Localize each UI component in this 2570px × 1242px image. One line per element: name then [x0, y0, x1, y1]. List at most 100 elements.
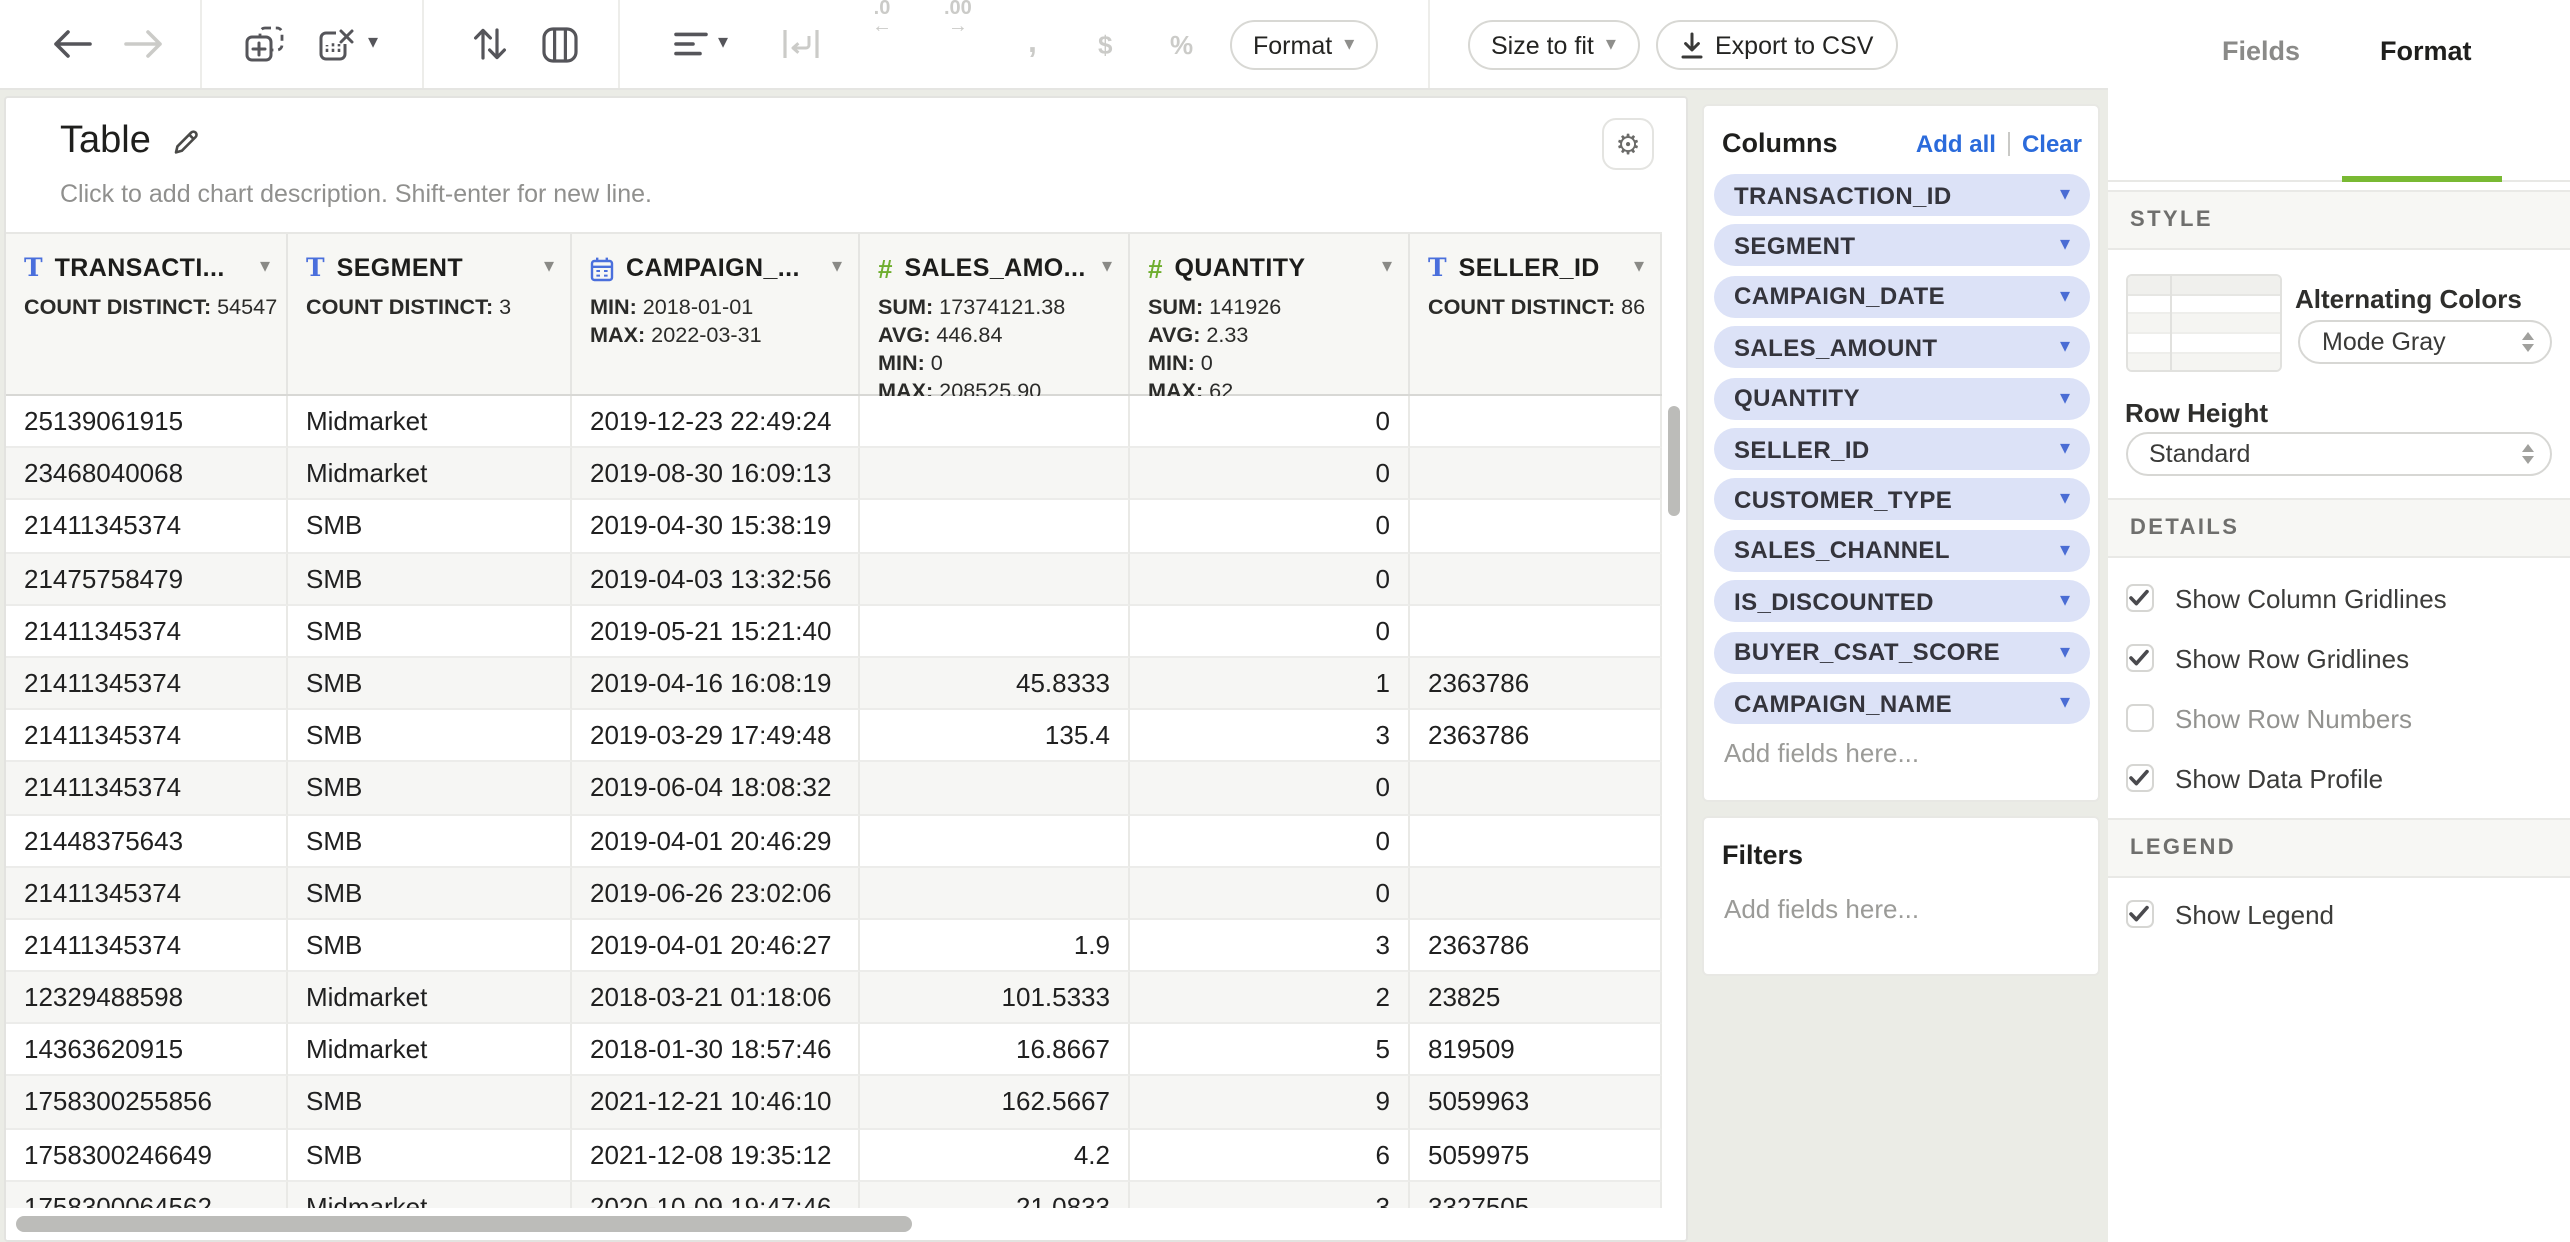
checkbox-show-column-gridlines[interactable]: Show Column Gridlines: [2125, 584, 2447, 612]
chevron-down-icon[interactable]: ▾: [2060, 641, 2070, 663]
arrow-right-icon: →: [948, 18, 968, 36]
table-style-thumbnail[interactable]: [2125, 273, 2281, 371]
field-pill-sales-channel[interactable]: SALES_CHANNEL▾: [1714, 530, 2090, 572]
field-pill-segment[interactable]: SEGMENT▾: [1714, 225, 2090, 267]
checkbox-show-row-gridlines[interactable]: Show Row Gridlines: [2125, 644, 2409, 672]
size-to-fit-dropdown[interactable]: Size to fit ▾: [1467, 20, 1640, 70]
text-type-icon: T: [1428, 256, 1447, 281]
table-cell: 21411345374: [6, 920, 288, 972]
link-divider: [2008, 132, 2010, 156]
chevron-down-icon[interactable]: ▾: [718, 34, 728, 54]
table-cell: 2019-06-26 23:02:06: [572, 867, 860, 919]
chart-description-placeholder[interactable]: Click to add chart description. Shift-en…: [60, 180, 652, 208]
delete-chart-button[interactable]: ▾: [316, 0, 378, 88]
chart-title[interactable]: Table: [60, 120, 151, 164]
gear-icon: ⚙: [1615, 127, 1640, 161]
column-stats: COUNT DISTINCT: 3: [306, 294, 554, 322]
table-cell: 21411345374: [6, 710, 288, 762]
chevron-down-icon[interactable]: ▾: [2060, 438, 2070, 460]
column-stat: MIN: 2018-01-01: [590, 294, 842, 322]
export-csv-button[interactable]: Export to CSV: [1655, 20, 1897, 70]
column-header-campaign[interactable]: CAMPAIGN_...▾MIN: 2018-01-01MAX: 2022-03…: [572, 234, 860, 394]
table-cell: SMB: [288, 658, 572, 710]
horizontal-scrollbar[interactable]: [16, 1215, 912, 1231]
add-all-link[interactable]: Add all: [1916, 130, 1996, 158]
field-pill-campaign-name[interactable]: CAMPAIGN_NAME▾: [1714, 682, 2090, 724]
table-cell: 23468040068: [6, 448, 288, 500]
sort-caret-icon[interactable]: ▾: [544, 256, 554, 278]
table-cell: 3: [1130, 920, 1410, 972]
sort-caret-icon[interactable]: ▾: [832, 256, 842, 278]
column-stat: AVG: 2.33: [1148, 322, 1392, 350]
chevron-down-icon[interactable]: ▾: [2060, 235, 2070, 257]
chevron-down-icon[interactable]: ▾: [2060, 336, 2070, 358]
field-pill-buyer-csat-score[interactable]: BUYER_CSAT_SCORE▾: [1714, 631, 2090, 673]
chevron-down-icon[interactable]: ▾: [2060, 692, 2070, 714]
chevron-down-icon[interactable]: ▾: [2060, 489, 2070, 511]
chevron-down-icon[interactable]: ▾: [2060, 184, 2070, 206]
table-cell: 2019-08-30 16:09:13: [572, 448, 860, 500]
manage-columns-button[interactable]: [540, 0, 580, 88]
checkbox-show-data-profile[interactable]: Show Data Profile: [2125, 764, 2383, 792]
columns-add-fields-placeholder[interactable]: Add fields here...: [1724, 738, 1919, 768]
chart-settings-button[interactable]: ⚙: [1602, 118, 1654, 170]
format-dropdown-button[interactable]: Format ▾: [1229, 20, 1378, 70]
checkbox-show-legend[interactable]: Show Legend: [2125, 900, 2334, 928]
table-cell: [860, 448, 1130, 500]
column-stat: SUM: 17374121.38: [878, 294, 1112, 322]
edit-pencil-icon[interactable]: [171, 126, 203, 158]
field-pill-transaction-id[interactable]: TRANSACTION_ID▾: [1714, 174, 2090, 216]
sort-caret-icon[interactable]: ▾: [1634, 256, 1644, 278]
clear-link[interactable]: Clear: [2022, 130, 2082, 158]
sort-button[interactable]: [470, 0, 510, 88]
table-cell: Midmarket: [288, 396, 572, 448]
column-header-sales-amo[interactable]: #SALES_AMO...▾SUM: 17374121.38AVG: 446.8…: [860, 234, 1130, 394]
field-pill-seller-id[interactable]: SELLER_ID▾: [1714, 428, 2090, 470]
column-header-quantity[interactable]: #QUANTITY▾SUM: 141926AVG: 2.33MIN: 0MAX:…: [1130, 234, 1410, 394]
tab-fields[interactable]: Fields: [2222, 16, 2300, 88]
checkbox-show-row-numbers[interactable]: Show Row Numbers: [2125, 704, 2412, 732]
align-button[interactable]: ▾: [674, 0, 728, 88]
column-header-segment[interactable]: TSEGMENT▾COUNT DISTINCT: 3: [288, 234, 572, 394]
table-cell: SMB: [288, 553, 572, 605]
table-cell: 2019-12-23 22:49:24: [572, 396, 860, 448]
checkbox-checked-icon[interactable]: [2125, 764, 2153, 792]
table-cell: Midmarket: [288, 448, 572, 500]
table-cell: 2363786: [1410, 710, 1662, 762]
field-pill-quantity[interactable]: QUANTITY▾: [1714, 377, 2090, 419]
chevron-down-icon[interactable]: ▾: [2060, 590, 2070, 612]
field-pill-sales-amount[interactable]: SALES_AMOUNT▾: [1714, 326, 2090, 368]
field-pill-campaign-date[interactable]: CAMPAIGN_DATE▾: [1714, 276, 2090, 318]
column-header-transacti[interactable]: TTRANSACTI...▾COUNT DISTINCT: 54547: [6, 234, 288, 394]
checkbox-unchecked-icon[interactable]: [2125, 704, 2153, 732]
duplicate-chart-button[interactable]: [242, 0, 288, 88]
field-pill-label: CAMPAIGN_NAME: [1734, 689, 2060, 717]
filters-add-fields-placeholder[interactable]: Add fields here...: [1724, 893, 1919, 923]
chevron-down-icon[interactable]: ▾: [2060, 286, 2070, 308]
column-stat: MAX: 2022-03-31: [590, 322, 842, 350]
chevron-down-icon[interactable]: ▾: [2060, 540, 2070, 562]
sort-caret-icon[interactable]: ▾: [1102, 256, 1112, 278]
checkbox-checked-icon[interactable]: [2125, 900, 2153, 928]
table-cell: 162.5667: [860, 1077, 1130, 1129]
tab-format[interactable]: Format: [2380, 16, 2472, 88]
table-cell: [1410, 501, 1662, 553]
table-cell: 1758300246649: [6, 1129, 288, 1181]
alternating-colors-value: Mode Gray: [2322, 328, 2522, 356]
field-pill-customer-type[interactable]: CUSTOMER_TYPE▾: [1714, 479, 2090, 521]
chevron-down-icon[interactable]: ▾: [2060, 387, 2070, 409]
row-height-select[interactable]: Standard: [2125, 432, 2551, 476]
back-button[interactable]: [50, 0, 94, 88]
table-cell: 21411345374: [6, 501, 288, 553]
alternating-colors-select[interactable]: Mode Gray: [2298, 320, 2552, 364]
chevron-down-icon[interactable]: ▾: [368, 34, 378, 54]
checkbox-checked-icon[interactable]: [2125, 644, 2153, 672]
alternating-colors-label: Alternating Colors: [2295, 283, 2522, 313]
vertical-scrollbar[interactable]: [1667, 405, 1679, 515]
sort-caret-icon[interactable]: ▾: [1382, 256, 1392, 278]
number-type-icon: #: [878, 255, 892, 281]
sort-caret-icon[interactable]: ▾: [260, 256, 270, 278]
field-pill-is-discounted[interactable]: IS_DISCOUNTED▾: [1714, 580, 2090, 622]
checkbox-checked-icon[interactable]: [2125, 584, 2153, 612]
column-header-seller-id[interactable]: TSELLER_ID▾COUNT DISTINCT: 86: [1410, 234, 1662, 394]
